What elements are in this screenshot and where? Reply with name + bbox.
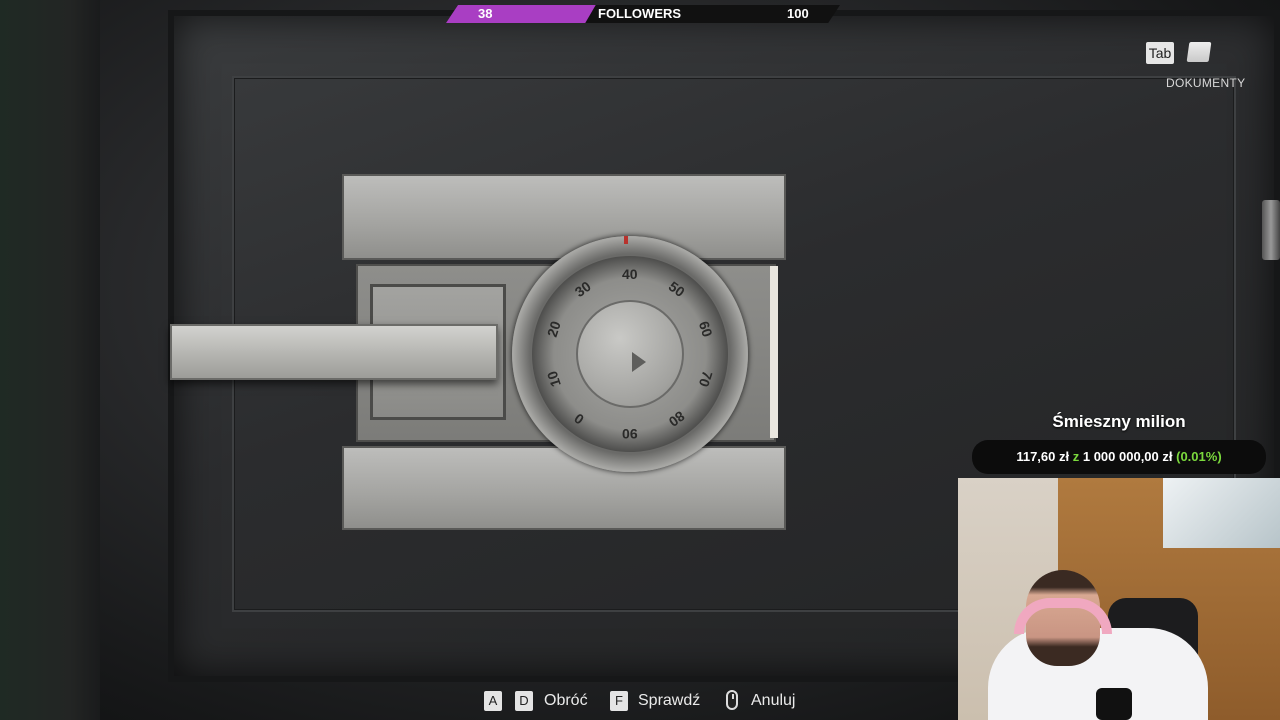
challenge-progress: 117,60 zł z 1 000 000,00 zł (0.01%) <box>972 440 1266 474</box>
tab-key-hint: Tab <box>1146 42 1174 64</box>
webcam-window <box>1163 478 1280 548</box>
webcam-feed <box>958 478 1280 720</box>
dial-index-marker <box>624 236 628 244</box>
challenge-separator: z <box>1072 449 1080 464</box>
followers-goal: 100 <box>787 6 809 21</box>
challenge-target: 1 000 000,00 zł <box>1082 449 1173 464</box>
challenge-current: 117,60 zł <box>1016 449 1070 464</box>
key-f-hint: F <box>610 691 628 711</box>
check-label: Sprawdź <box>638 692 701 709</box>
lock-plate-top <box>342 174 786 260</box>
rotate-label: Obróć <box>544 692 588 709</box>
plate-edge-highlight <box>770 266 778 438</box>
safe-handle <box>170 324 498 380</box>
safe-hinge <box>1262 200 1280 260</box>
room-wall <box>0 0 100 720</box>
cancel-label: Anuluj <box>751 692 796 709</box>
dial-knob[interactable] <box>576 300 684 408</box>
mouse-right-click-icon <box>726 690 738 710</box>
followers-label: FOLLOWERS <box>598 6 682 21</box>
microphone-icon <box>1096 688 1132 720</box>
followers-progress-fill <box>446 5 596 23</box>
document-icon <box>1186 42 1212 62</box>
documents-label: DOKUMENTY <box>1166 76 1246 90</box>
challenge-percent: (0.01%) <box>1176 449 1222 464</box>
challenge-title: Śmieszny milion <box>1052 412 1186 431</box>
followers-current: 38 <box>478 6 493 21</box>
dial-number: 40 <box>622 266 638 282</box>
key-a-hint: A <box>484 691 502 711</box>
lock-plate-bottom <box>342 446 786 530</box>
cursor-icon <box>632 352 646 372</box>
dial-number: 90 <box>622 426 638 442</box>
key-d-hint: D <box>515 691 533 711</box>
